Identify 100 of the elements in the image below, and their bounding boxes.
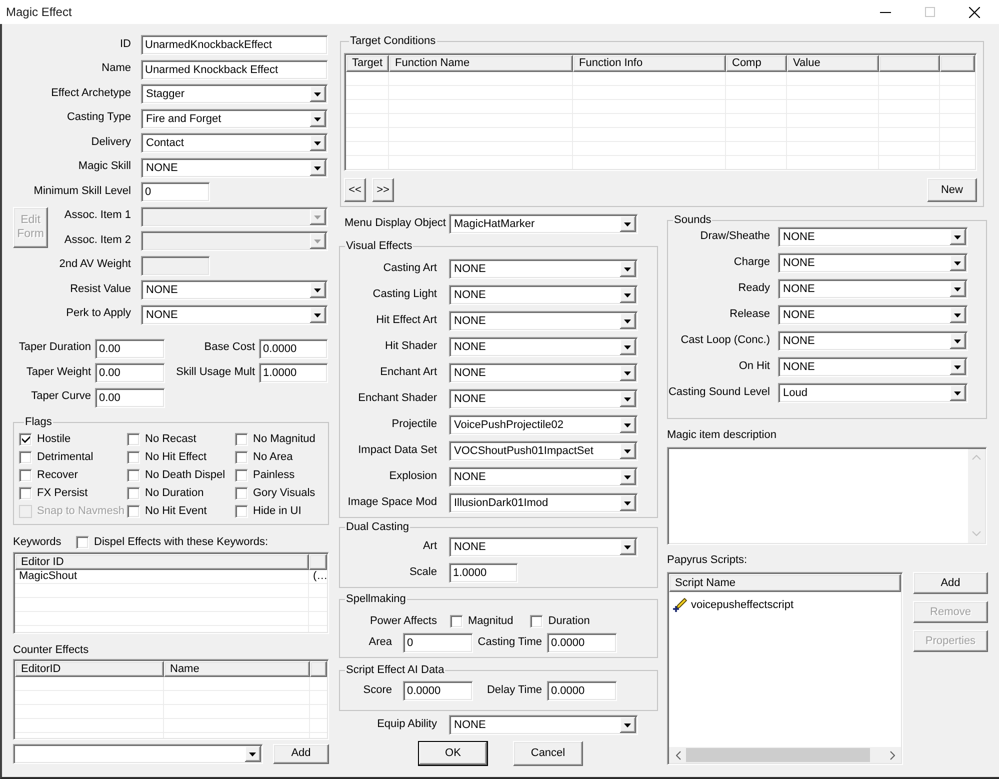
checkbox[interactable] bbox=[530, 614, 544, 628]
add-script-button[interactable]: Add bbox=[913, 572, 988, 594]
text-field[interactable]: 0.0000 bbox=[547, 633, 617, 653]
dropdown[interactable]: NONE bbox=[449, 363, 638, 383]
checkbox[interactable] bbox=[127, 469, 140, 482]
checkbox[interactable] bbox=[127, 487, 140, 500]
dropdown[interactable]: NONE bbox=[449, 715, 638, 735]
column-header[interactable]: Target bbox=[346, 55, 389, 72]
dropdown[interactable]: NONE bbox=[778, 227, 968, 247]
column-header[interactable] bbox=[940, 55, 975, 72]
group-title: Spellmaking bbox=[345, 593, 407, 606]
column-header[interactable]: Editor ID bbox=[15, 554, 309, 570]
checkbox[interactable] bbox=[19, 469, 32, 482]
checkbox-label: Magnitud bbox=[468, 614, 514, 628]
dropdown[interactable]: NONE bbox=[449, 389, 638, 409]
dropdown[interactable]: NONE bbox=[778, 357, 968, 377]
checkbox[interactable] bbox=[19, 487, 32, 500]
dropdown[interactable]: NONE bbox=[778, 253, 968, 273]
dropdown[interactable]: VOCShoutPush01ImpactSet bbox=[449, 441, 638, 461]
new-button[interactable]: New bbox=[927, 178, 977, 202]
column-header[interactable]: EditorID bbox=[15, 660, 164, 676]
dropdown[interactable]: Contact bbox=[141, 133, 328, 153]
dropdown[interactable]: NONE bbox=[778, 305, 968, 325]
dropdown[interactable]: NONE bbox=[449, 259, 638, 279]
add-button[interactable]: Add bbox=[273, 744, 329, 764]
checkbox[interactable] bbox=[450, 614, 463, 628]
column-header[interactable] bbox=[309, 554, 327, 570]
horizontal-scrollbar[interactable] bbox=[669, 747, 901, 763]
caret-down-icon bbox=[620, 365, 636, 381]
dropdown[interactable]: NONE bbox=[778, 279, 968, 299]
pencil-icon bbox=[673, 598, 687, 612]
text-field[interactable]: 0.00 bbox=[95, 388, 165, 408]
checkbox[interactable] bbox=[19, 433, 32, 446]
dropdown[interactable]: Loud bbox=[778, 383, 968, 403]
caret-down-icon bbox=[620, 469, 636, 485]
description-field[interactable] bbox=[667, 447, 987, 545]
caret-down-icon bbox=[620, 417, 636, 433]
text-field[interactable]: 0.00 bbox=[95, 338, 165, 358]
field-label: Perk to Apply bbox=[66, 307, 131, 320]
next-button[interactable]: >> bbox=[372, 178, 394, 202]
checkbox[interactable] bbox=[235, 451, 248, 464]
dropdown[interactable]: NONE bbox=[141, 280, 328, 300]
checkbox[interactable] bbox=[127, 505, 140, 518]
dropdown[interactable]: NONE bbox=[449, 537, 638, 557]
dropdown[interactable]: Fire and Forget bbox=[141, 108, 328, 128]
dropdown[interactable]: NONE bbox=[449, 337, 638, 357]
text-field[interactable]: 0.0000 bbox=[403, 681, 473, 701]
checkbox[interactable] bbox=[235, 433, 248, 446]
dropdown[interactable]: NONE bbox=[449, 311, 638, 331]
text-field[interactable]: UnarmedKnockbackEffect bbox=[141, 35, 328, 55]
column-header[interactable] bbox=[879, 55, 940, 72]
close-icon[interactable] bbox=[969, 6, 980, 18]
field-label: Taper Curve bbox=[31, 390, 91, 403]
checkbox[interactable] bbox=[76, 536, 89, 549]
chevron-left-icon[interactable] bbox=[676, 750, 681, 760]
caret-down-icon bbox=[620, 495, 636, 511]
text-field[interactable]: 0 bbox=[403, 633, 473, 653]
dropdown[interactable]: NONE bbox=[141, 158, 328, 178]
column-header[interactable]: Function Info bbox=[573, 55, 726, 72]
scrollbar-thumb[interactable] bbox=[686, 748, 870, 762]
checkbox[interactable] bbox=[127, 433, 140, 446]
checkbox[interactable] bbox=[127, 451, 140, 464]
chevron-right-icon[interactable] bbox=[890, 750, 895, 760]
checkbox[interactable] bbox=[19, 451, 32, 464]
column-header[interactable] bbox=[310, 660, 327, 676]
text-field[interactable]: Unarmed Knockback Effect bbox=[141, 60, 328, 80]
checkbox-label: Duration bbox=[548, 614, 590, 628]
column-header[interactable]: Comp bbox=[726, 55, 787, 72]
previous-button[interactable]: << bbox=[344, 178, 366, 202]
text-field[interactable]: 1.0000 bbox=[259, 363, 328, 383]
dropdown[interactable]: VoicePushProjectile02 bbox=[449, 415, 638, 435]
caret-down-icon bbox=[950, 255, 966, 271]
dropdown[interactable] bbox=[13, 744, 263, 764]
checkbox[interactable] bbox=[235, 469, 248, 482]
dropdown[interactable]: IllusionDark01Imod bbox=[449, 493, 638, 513]
ok-button[interactable]: OK bbox=[418, 741, 488, 766]
column-header[interactable]: Function Name bbox=[389, 55, 573, 72]
dropdown[interactable]: NONE bbox=[449, 467, 638, 487]
text-field[interactable]: 0.00 bbox=[95, 363, 165, 383]
dropdown[interactable]: MagicHatMarker bbox=[449, 214, 638, 234]
text-field[interactable]: 0.0000 bbox=[259, 338, 328, 358]
dropdown[interactable]: NONE bbox=[449, 285, 638, 305]
dropdown[interactable]: NONE bbox=[141, 304, 328, 324]
dropdown[interactable]: NONE bbox=[778, 331, 968, 351]
text-field[interactable]: 0.0000 bbox=[547, 681, 617, 701]
text-field[interactable]: 1.0000 bbox=[449, 563, 518, 583]
script-name[interactable]: voicepusheffectscript bbox=[691, 598, 794, 612]
text-field[interactable]: 0 bbox=[141, 182, 210, 202]
caret-down-icon bbox=[620, 313, 636, 329]
checkbox[interactable] bbox=[235, 487, 248, 500]
cancel-button[interactable]: Cancel bbox=[513, 741, 583, 766]
column-header[interactable]: Value bbox=[787, 55, 879, 72]
field-label: Enchant Shader bbox=[358, 392, 437, 404]
field-label: Release bbox=[730, 308, 770, 320]
column-header[interactable]: Script Name bbox=[669, 574, 901, 592]
column-header[interactable]: Name bbox=[164, 660, 310, 676]
field-label: Explosion bbox=[389, 470, 437, 482]
dropdown[interactable]: Stagger bbox=[141, 84, 328, 104]
field-label: Casting Sound Level bbox=[668, 386, 770, 398]
checkbox[interactable] bbox=[235, 505, 248, 518]
